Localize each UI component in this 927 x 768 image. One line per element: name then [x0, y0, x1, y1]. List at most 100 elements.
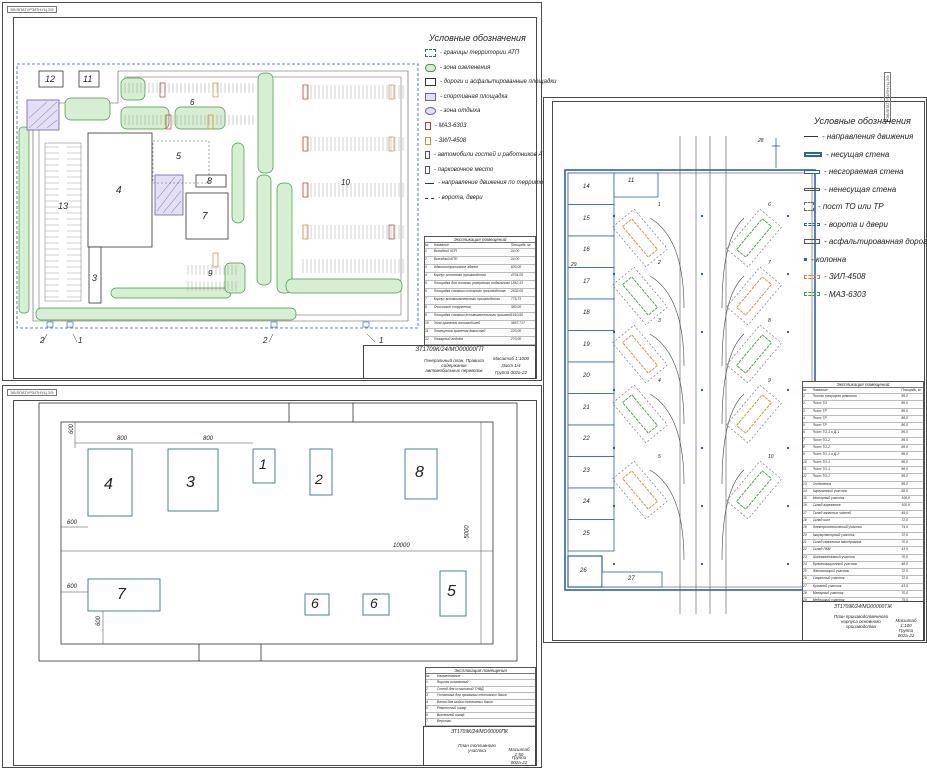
table-cell: Въездной КПП [433, 249, 457, 253]
table-cell: Кузовной участок [812, 583, 842, 588]
label-2a: 2 [40, 336, 45, 345]
legend-symbol [425, 107, 436, 116]
legend-symbol [804, 187, 820, 191]
table-cell: 26 [803, 576, 807, 581]
table-cell: 43,5 [901, 547, 908, 552]
drawing-org: Группа 002а-22 [510, 755, 528, 765]
drawing-scale: Масштаб 1:100 [895, 618, 917, 628]
legend-label: - МАЗ-6303 [435, 123, 467, 129]
table-cell: 11 [803, 466, 807, 471]
legend-label: - автомобили гостей и работников АТП [434, 152, 550, 159]
table-cell: 86,0 [901, 415, 908, 420]
post-label: 9 [768, 378, 771, 384]
room-label: 18 [583, 310, 590, 316]
sheet-production-building: ЭЛ/ЛПАТУРЗ/ПНУЦ.ЭЭ 14 15 16 17 18 19 20 21 22 2 [543, 72, 927, 643]
table-cell: 86,0 [901, 466, 908, 471]
table-row: 21 Склад смазочных материалов 70,0 [803, 539, 923, 548]
table-cell: Склад ЛКМ [812, 547, 831, 552]
legend-label: - несущая стена [826, 149, 890, 159]
table-cell: 28 [803, 591, 807, 596]
table-row: 9 Пост ТО-1 и Д-2 86,0 [803, 452, 923, 460]
drawing-sheet: Лист 1/4 [501, 363, 521, 368]
table-cell: 5 [426, 706, 428, 710]
table-cell: Моторный участок [812, 496, 845, 501]
table-row: 5 Площадка для стоянки резервного подвижн… [425, 281, 535, 289]
table-cell: 600,00 [510, 265, 522, 269]
legend-item: - ЗИЛ-4508 [425, 136, 467, 145]
table-row: 23 Шиномонтажный участок 70,0 [803, 555, 923, 562]
table-cell: Ящичек шланговый [436, 680, 469, 684]
legend-item: - направления движения [804, 132, 913, 141]
table-cell: 10 [803, 459, 807, 464]
table-cell: Жестяницкий участок [812, 569, 850, 574]
post-label: 10 [768, 454, 774, 460]
table-cell: Пожарный водоём [433, 337, 463, 341]
drawing-scale: Масштаб 1:1000 [492, 356, 530, 361]
table-cell: 86,0 [901, 474, 908, 479]
marker-28: 28 [758, 138, 764, 144]
table-cell: 86,0 [901, 423, 908, 428]
table-cell: 5 [425, 281, 427, 285]
legend-symbol [425, 197, 434, 199]
legend-item: - МАЗ-6303 [804, 290, 866, 299]
table-cell: 1 [426, 680, 428, 684]
legend-item: - ненесущая стена [804, 185, 896, 194]
legend-symbol [804, 202, 814, 211]
table-row: 26 Сварочный участок 72,0 [803, 576, 923, 584]
table-header-cell: № [803, 388, 807, 392]
table-cell: Пост ТР [812, 408, 827, 413]
equip-1: 1 [259, 456, 267, 472]
legend-label: - зона озеленения [440, 64, 491, 71]
dim-10000: 10000 [393, 543, 410, 549]
label-5: 5 [176, 151, 182, 161]
table-cell: 3 [803, 408, 805, 413]
legend-symbol [804, 239, 820, 244]
label-7: 7 [202, 211, 208, 222]
room-label-26: 26 [580, 568, 587, 574]
table-cell: 4 [803, 415, 805, 420]
explication-table: Экспликация помещений № Название Площадь, … [424, 236, 536, 353]
table-cell: 1 [425, 249, 427, 253]
table-cell: 2 [425, 257, 427, 261]
table-cell: 5 [803, 423, 805, 428]
legend-label: - ЗИЛ-4508 [435, 137, 467, 144]
legend-item: - пост ТО или ТР [804, 202, 884, 211]
table-cell: 13 [803, 481, 807, 486]
table-cell: 86,0 [901, 459, 908, 464]
label-11: 11 [83, 74, 93, 84]
legend-item: - ворота и двери [804, 220, 888, 229]
table-cell: Административное здание [433, 265, 479, 269]
label-8: 8 [207, 176, 213, 186]
room-label: 25 [583, 530, 590, 537]
table-cell: Вытяжной шкаф [436, 712, 465, 717]
legend-label: - парковочное место [434, 166, 494, 173]
table-cell: Пост ТО-1 и Д-2 [812, 452, 840, 457]
table-cell: Пост ТО-1 [812, 474, 831, 479]
table-cell: 11 [425, 329, 429, 333]
legend-symbol [804, 169, 820, 174]
table-cell: 72,0 [901, 569, 908, 574]
table-cell: 12 [425, 337, 429, 341]
table-cell: 106,0 [901, 496, 910, 501]
table-row: 27 Кузовной участок 43,5 [803, 583, 923, 592]
legend-symbol [425, 151, 430, 160]
legend-item: - спортивная площадка [425, 92, 508, 101]
table-cell: Помещения хранения ёмкостей [433, 329, 486, 333]
equip-6a: 6 [311, 595, 319, 611]
table-cell: 86,0 [901, 452, 908, 457]
table-header-cell: № [426, 674, 430, 678]
table-cell: 27 [803, 583, 807, 588]
table-row: 2 Пост ТО 86,0 [803, 401, 923, 409]
table-cell: 21 [803, 539, 807, 544]
legend-label: - колонна [811, 254, 847, 264]
table-header-cell: № [425, 243, 429, 247]
label-12: 12 [45, 74, 56, 84]
legend-label: - ненесущая стена [824, 184, 897, 194]
label-10: 10 [341, 178, 350, 187]
table-cell: Пост ТО-2 [812, 445, 831, 450]
equip-8: 8 [415, 464, 424, 481]
table-cell: 19 [803, 525, 807, 530]
post-label: 5 [658, 454, 661, 460]
sheet-general-plan: ЭЛ/ЛПАТУРЗ/ПНУЦ.ЭЭ 12 11 6 5 4 8 7 13 3 … [2, 2, 566, 381]
table-row: 11 Пост ТО-1 86,0 [803, 466, 923, 475]
